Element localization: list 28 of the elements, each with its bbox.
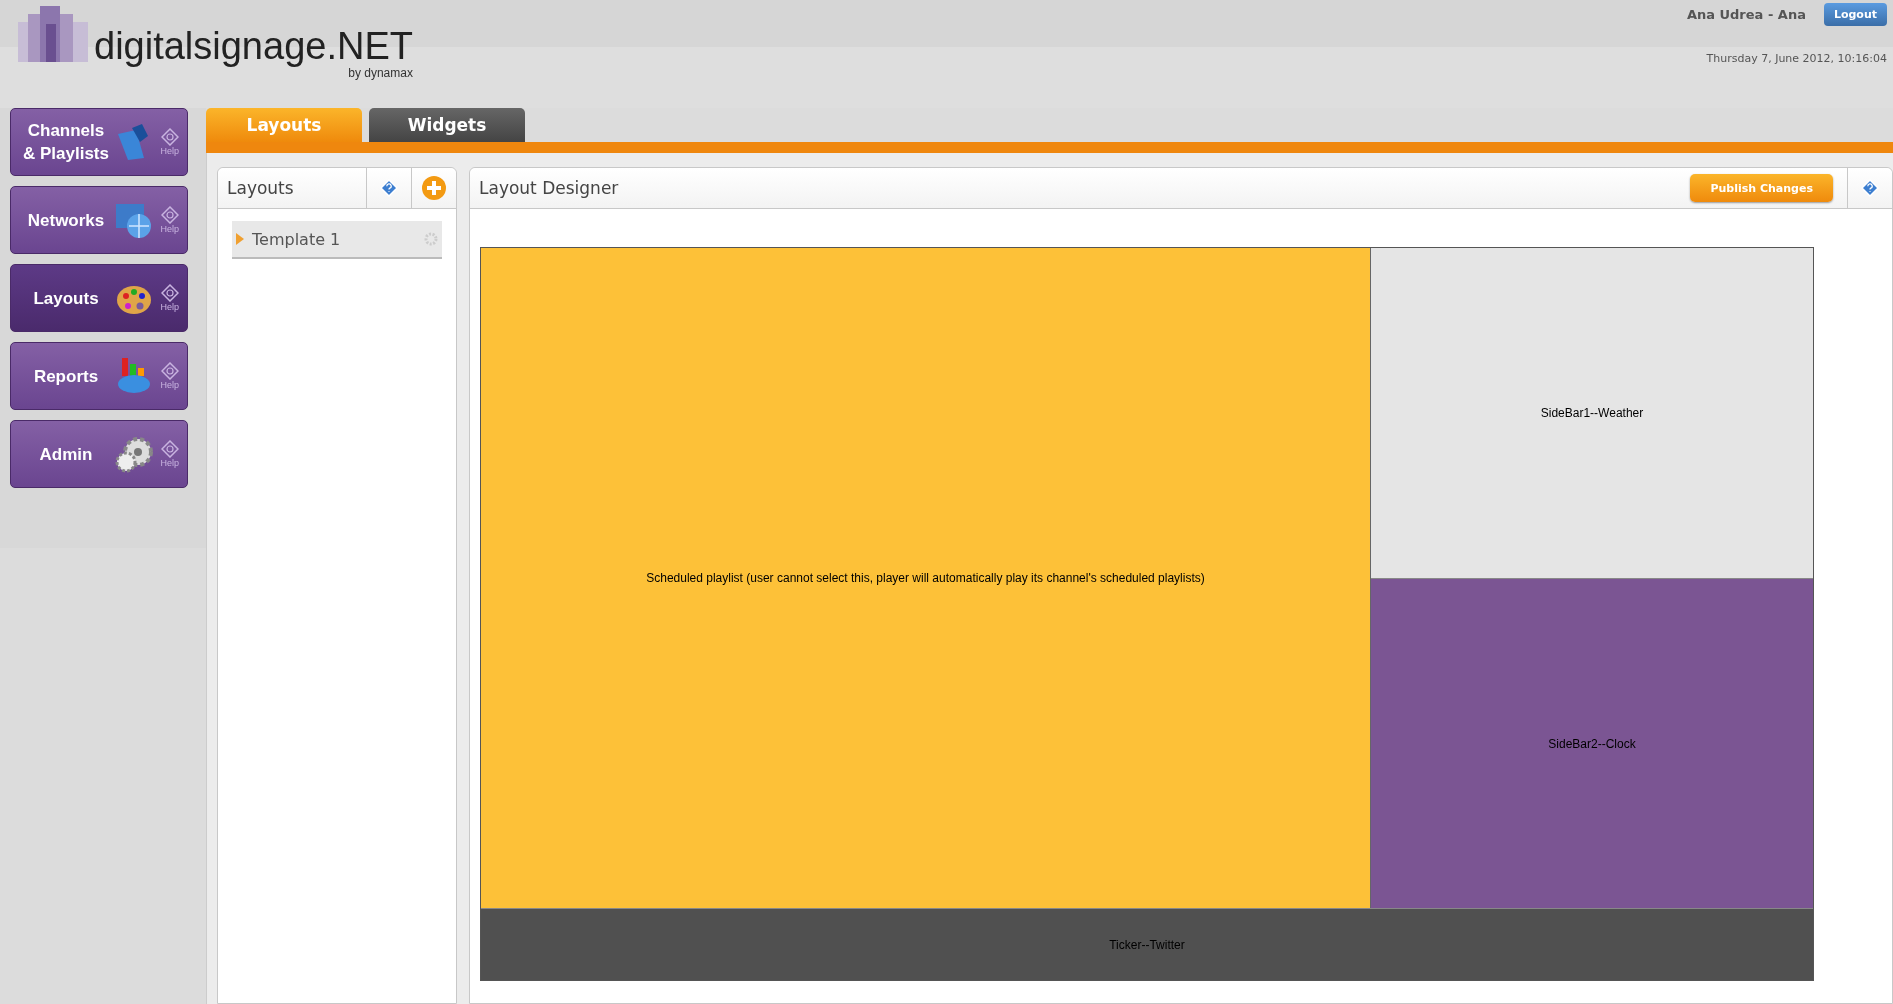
user-name: Ana Udrea - Ana bbox=[1686, 7, 1806, 22]
logout-button[interactable]: Logout bbox=[1823, 3, 1887, 26]
panel-title: Layouts bbox=[226, 177, 295, 200]
panel-title: Layout Designer bbox=[478, 177, 620, 200]
logo-text: digitalsignage.NET bbox=[94, 26, 413, 66]
layout-zone[interactable]: SideBar1--Weather bbox=[1371, 248, 1813, 578]
zone-label: Ticker--Twitter bbox=[1109, 937, 1185, 952]
add-icon[interactable] bbox=[421, 175, 447, 201]
help-icon[interactable] bbox=[380, 179, 398, 197]
date-time: Thursday 7, June 2012, 10:16:04 bbox=[1706, 52, 1887, 65]
zone-label: SideBar2--Clock bbox=[1548, 736, 1636, 751]
zone-label: Scheduled playlist (user cannot select this, player will automatically play its channel's scheduled playlists) bbox=[646, 571, 1205, 585]
settings-icon[interactable] bbox=[424, 232, 438, 246]
nav-button[interactable]: Layouts Help bbox=[10, 264, 188, 332]
help-icon[interactable] bbox=[1861, 179, 1879, 197]
nav-button[interactable]: Networks Help bbox=[10, 186, 188, 254]
logo-icon bbox=[18, 4, 88, 62]
zone-label: SideBar1--Weather bbox=[1540, 406, 1644, 420]
nav-button[interactable]: Channels & Playlists Help bbox=[10, 108, 188, 176]
layout-zone[interactable]: Scheduled playlist (user cannot select this, player will automatically play its channel's scheduled playlists) bbox=[481, 248, 1371, 908]
nav-button[interactable]: Admin Help bbox=[10, 420, 188, 488]
expand-arrow-icon[interactable] bbox=[236, 233, 244, 245]
logo-byline: by dynamax bbox=[348, 66, 413, 80]
gears-icon bbox=[114, 434, 155, 474]
layout-list-item[interactable]: Template 1 bbox=[232, 221, 442, 259]
nav-button[interactable]: Reports Help bbox=[10, 342, 188, 410]
layout-zone[interactable]: SideBar2--Clock bbox=[1371, 578, 1813, 908]
tab[interactable]: Widgets bbox=[369, 108, 525, 142]
